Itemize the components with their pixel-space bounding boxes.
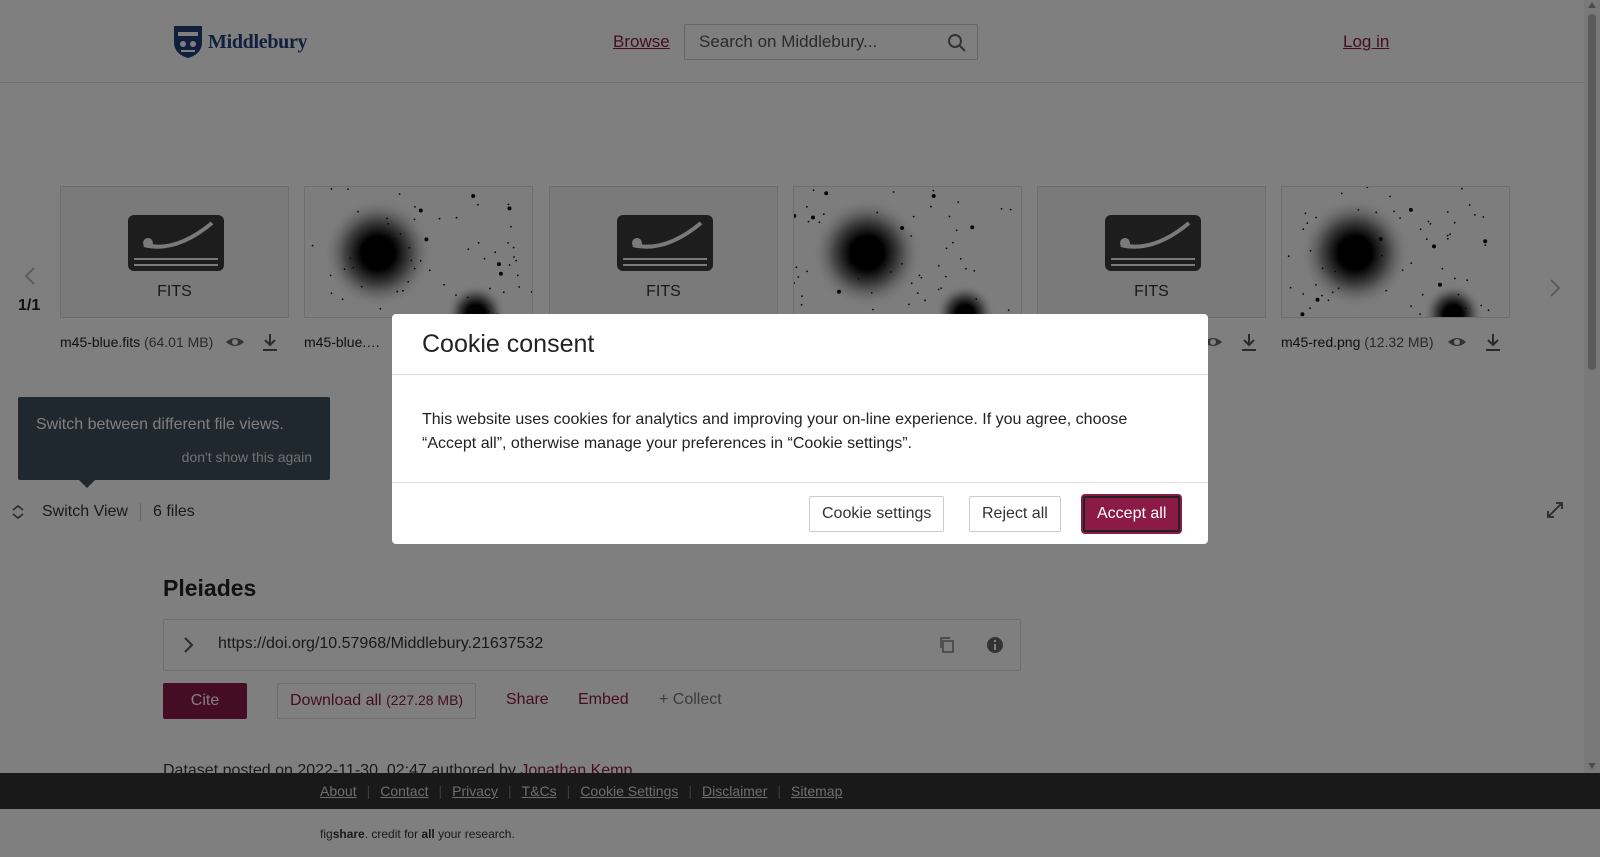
dialog-footer: Cookie settings Reject all Accept all: [392, 483, 1208, 543]
accept-all-button[interactable]: Accept all: [1083, 496, 1181, 532]
reject-all-button[interactable]: Reject all: [969, 496, 1061, 532]
dialog-header: Cookie consent: [392, 314, 1208, 375]
dialog-body: This website uses cookies for analytics …: [392, 375, 1208, 483]
cookie-consent-dialog: Cookie consent This website uses cookies…: [392, 314, 1208, 544]
dialog-title: Cookie consent: [422, 330, 595, 358]
cookie-settings-button[interactable]: Cookie settings: [809, 496, 945, 532]
